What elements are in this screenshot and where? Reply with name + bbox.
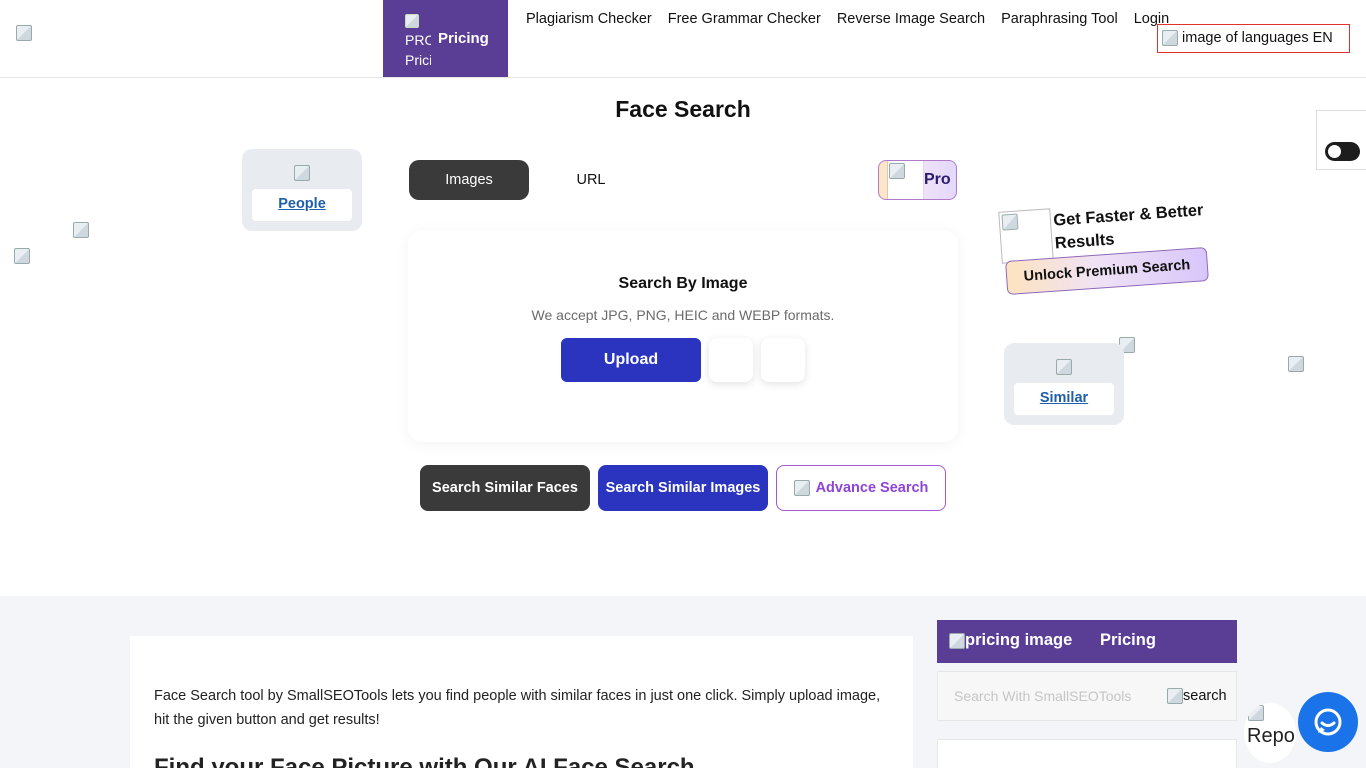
pro-image <box>887 161 924 199</box>
premium-promo: Get Faster & Better Results Unlock Premi… <box>998 196 1218 306</box>
right-ad-image-2 <box>1288 356 1304 372</box>
broken-image-icon <box>949 632 965 649</box>
page-title: Face Search <box>615 96 751 122</box>
report-icon <box>1248 705 1264 721</box>
sidebar-box <box>937 739 1237 768</box>
sidebar-pricing-banner[interactable]: pricing image Pricing <box>937 620 1237 663</box>
nav-paraphrasing-tool[interactable]: Paraphrasing Tool <box>1001 11 1118 27</box>
upload-title: Search By Image <box>618 275 748 292</box>
search-similar-faces-button[interactable]: Search Similar Faces <box>420 465 590 511</box>
nav-reverse-image-search[interactable]: Reverse Image Search <box>837 11 985 27</box>
header-pricing-tab[interactable]: PRO Pricing Pricing <box>383 0 508 77</box>
main-nav: Plagiarism Checker Free Grammar Checker … <box>526 11 1169 27</box>
premium-text: Get Faster & Better Results <box>1052 201 1205 253</box>
intro-text: Face Search tool by SmallSEOTools lets y… <box>154 688 881 728</box>
pricing-tab-label: Pricing <box>438 30 489 47</box>
premium-icon <box>1001 213 1019 231</box>
advance-search-icon <box>793 480 810 497</box>
chat-button[interactable] <box>1298 692 1358 752</box>
sidebar-pricing-image: pricing image <box>949 631 1072 650</box>
article-card: Face Search tool by SmallSEOTools lets y… <box>130 636 913 768</box>
pro-button[interactable]: Pro <box>878 160 957 200</box>
pro-pricing-image: PRO Pricing <box>405 10 431 66</box>
site-logo[interactable] <box>16 25 32 41</box>
search-icon[interactable]: search <box>1167 688 1227 705</box>
left-ad-image <box>14 248 30 264</box>
premium-image <box>998 208 1054 264</box>
advance-search-button[interactable]: Advance Search <box>776 465 946 511</box>
sidebar-pricing-label: Pricing <box>1100 631 1156 649</box>
search-similar-images-button[interactable]: Search Similar Images <box>598 465 768 511</box>
language-selector[interactable]: image of languages EN <box>1157 24 1350 53</box>
nav-grammar-checker[interactable]: Free Grammar Checker <box>668 11 821 27</box>
pro-label: Pro <box>924 171 951 188</box>
article-heading: Find your Face Picture with Our AI Face … <box>154 754 695 768</box>
chat-bubble-icon <box>1314 708 1342 736</box>
similar-icon <box>1056 359 1072 375</box>
broken-image-icon <box>405 14 419 29</box>
similar-card: Similar <box>1004 343 1124 425</box>
left-ad-image-2 <box>73 222 89 238</box>
upload-formats: We accept JPG, PNG, HEIC and WEBP format… <box>531 307 835 323</box>
people-link[interactable]: People <box>252 189 352 221</box>
broken-image-icon <box>1167 688 1183 705</box>
sidebar-search: search <box>937 671 1237 721</box>
people-card: People <box>242 149 362 231</box>
site-header: PRO Pricing Pricing Plagiarism Checker F… <box>0 0 1366 78</box>
people-icon <box>294 165 310 181</box>
similar-link[interactable]: Similar <box>1014 383 1114 415</box>
dropbox-button[interactable] <box>709 338 753 382</box>
dark-mode-toggle[interactable] <box>1325 142 1360 161</box>
tab-url[interactable]: URL <box>553 160 629 200</box>
report-widget[interactable]: Report <box>1244 703 1296 763</box>
sidebar-search-input[interactable] <box>938 672 1158 720</box>
tab-images[interactable]: Images <box>409 160 529 200</box>
nav-plagiarism-checker[interactable]: Plagiarism Checker <box>526 11 652 27</box>
upload-card: Search By Image We accept JPG, PNG, HEIC… <box>408 230 958 442</box>
google-drive-button[interactable] <box>761 338 805 382</box>
language-flag-icon <box>1162 30 1178 47</box>
upload-button[interactable]: Upload <box>561 338 701 382</box>
crown-icon <box>889 163 905 179</box>
report-label: Report <box>1247 725 1296 747</box>
dark-mode-toggle-box <box>1316 110 1366 170</box>
